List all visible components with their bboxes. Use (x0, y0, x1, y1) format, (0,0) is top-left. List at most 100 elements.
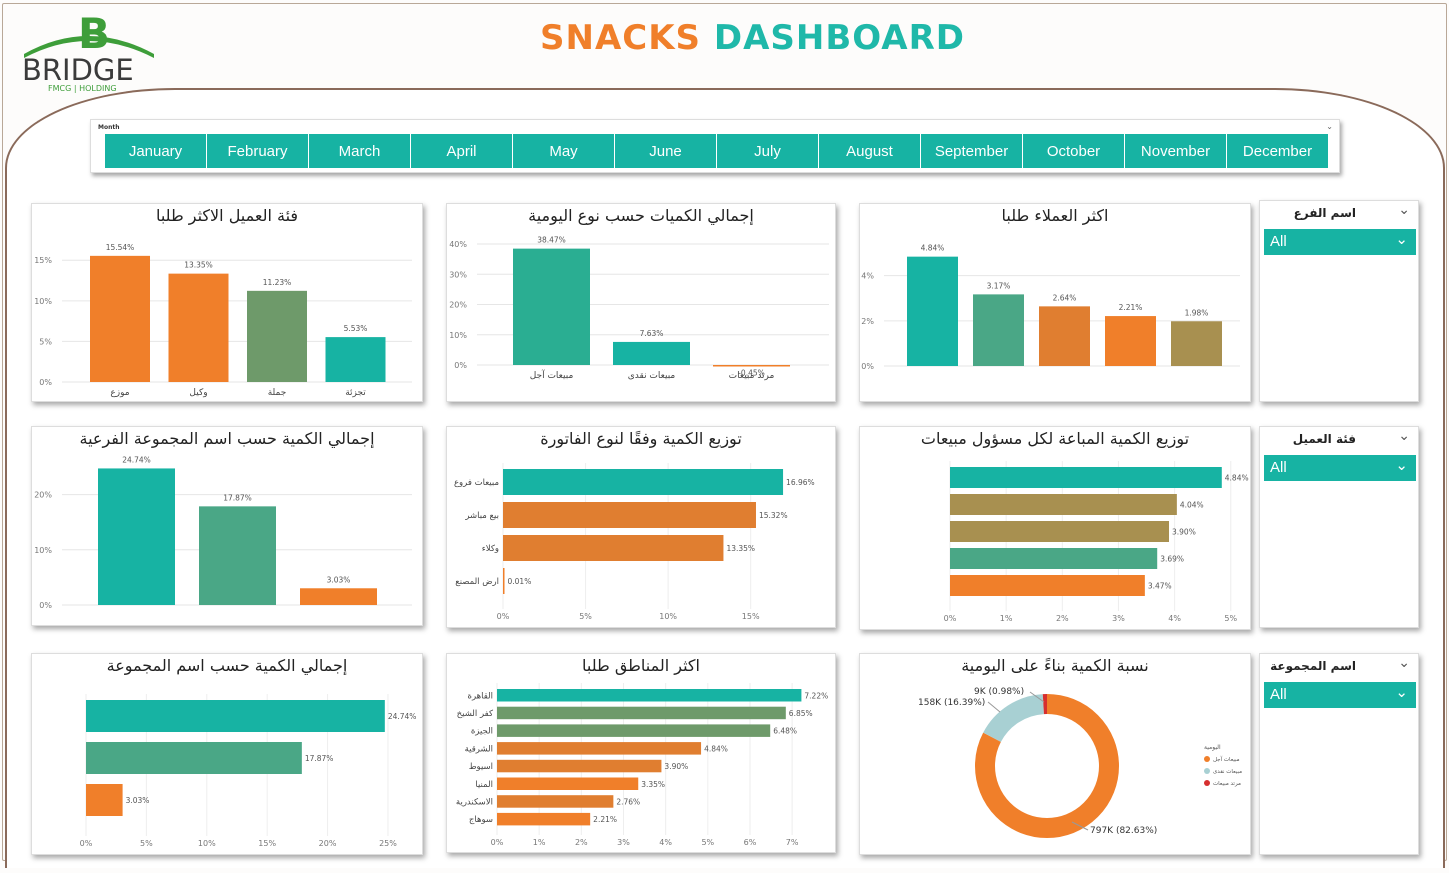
chevron-down-icon: ⌄ (1395, 457, 1408, 474)
month-button-november[interactable]: November (1125, 134, 1226, 168)
legend-title: اليومية (1204, 744, 1221, 751)
chart-svg: 0% 10% 20% 24.74% 17.87% 3.03% (34, 455, 412, 610)
x-tick-label: 15% (258, 839, 276, 848)
page-title: SNACKS DASHBOARD (540, 18, 965, 58)
chart-qty-by-group: إجمالي الكمية حسب اسم المجموعة 0% 5% 10% 15… (31, 653, 423, 855)
chart-svg: 0% 1% 2% 3% 4% 5% 6% 7% 7.22% القاهرة 6.85% كفر الش… (456, 683, 828, 847)
customer-category-dropdown[interactable]: All ⌄ (1264, 455, 1416, 481)
data-label: 1.98% (1185, 308, 1209, 317)
bar (950, 494, 1177, 515)
data-label: 4.84% (1225, 474, 1249, 483)
x-tick-label: 5% (579, 612, 592, 621)
chart-qty-share-by-journal: نسبة الكمية بناءً على اليومية 797K (82.6… (859, 653, 1251, 855)
legend-label: مرتد مبيعات (1213, 781, 1241, 787)
y-tick-label: الاسكندرية (456, 797, 493, 807)
data-label: 7.63% (640, 329, 664, 338)
data-label: 5.53% (344, 324, 368, 333)
month-button-september[interactable]: September (921, 134, 1022, 168)
data-label: 13.35% (184, 261, 213, 270)
chevron-down-icon: ⌄ (1395, 684, 1408, 701)
month-button-january[interactable]: January (105, 134, 206, 168)
data-label: 3.69% (1160, 555, 1184, 564)
month-button-december[interactable]: December (1227, 134, 1328, 168)
chevron-down-icon[interactable]: ⌄ (1398, 202, 1410, 218)
month-button-march[interactable]: March (309, 134, 410, 168)
data-label: 2.21% (1119, 303, 1143, 312)
data-label: 3.35% (641, 780, 665, 789)
chevron-down-icon[interactable]: ⌄ (1398, 655, 1410, 671)
chart-svg: 0% 1% 2% 3% 4% 5% 4.84% 4.04% 3.90% 3.69% 3.47% (944, 461, 1249, 623)
y-tick-label: 4% (861, 272, 874, 281)
chart-qty-by-invoice-type: توزيع الكمية وفقًا لنوع الفاتورة 0% 5% 10%… (446, 426, 836, 628)
leader-line (987, 701, 1001, 713)
x-tick-label: 0% (497, 612, 510, 621)
legend-label: مبيعات نقدى (1213, 769, 1242, 775)
x-tick-label: 20% (319, 839, 337, 848)
y-tick-label: 10% (449, 331, 467, 340)
y-tick-label: الجيزة (471, 727, 493, 737)
month-button-february[interactable]: February (207, 134, 308, 168)
chevron-down-icon[interactable]: ⌄ (1398, 428, 1410, 444)
month-button-july[interactable]: July (717, 134, 818, 168)
x-tick-label: وكيل (189, 388, 207, 398)
data-label: 17.87% (305, 754, 334, 763)
legend-marker (1204, 768, 1210, 774)
bar (503, 469, 784, 495)
bridge-logo: B BRIDGE FMCG | HOLDING (22, 9, 154, 93)
chart-qty-by-journal-type: إجمالي الكميات حسب نوع اليومية 0% 10% 20% 3… (446, 203, 836, 402)
y-tick-label: 0% (39, 378, 52, 387)
customer-category-filter: فئة العميل ⌄ All ⌄ (1259, 426, 1419, 628)
month-button-may[interactable]: May (513, 134, 614, 168)
data-label: 7.22% (804, 691, 828, 700)
x-tick-label: 0% (944, 614, 957, 623)
chart-top-regions: اكثر المناطق طلبا 0% 1% 2% 3% 4% 5% 6% 7% 7.22% ا… (446, 653, 836, 853)
data-label: 16.96% (786, 478, 815, 487)
chart-svg: 797K (82.63%) 158K (16.39%)9K (0.98%) اليو… (918, 687, 1242, 838)
bar (497, 795, 614, 808)
y-tick-label: 20% (34, 491, 52, 500)
bar (503, 568, 505, 594)
month-button-august[interactable]: August (819, 134, 920, 168)
x-tick-label: 5% (1224, 614, 1237, 623)
data-label: 2.21% (593, 815, 617, 824)
bar (497, 742, 702, 755)
month-button-april[interactable]: April (411, 134, 512, 168)
x-tick-label: 6% (744, 838, 757, 847)
bar (503, 535, 724, 561)
group-dropdown[interactable]: All ⌄ (1264, 682, 1416, 708)
bar (300, 588, 377, 605)
y-tick-label: المنيا (475, 780, 493, 790)
month-list: January February March April May June July Augu… (105, 134, 1329, 168)
data-label: 4.84% (921, 244, 945, 253)
bar (1039, 306, 1090, 366)
y-tick-label: 10% (34, 297, 52, 306)
data-label: 13.35% (726, 544, 755, 553)
y-tick-label: 5% (39, 337, 52, 346)
y-tick-label: 2% (861, 317, 874, 326)
data-label: 4.04% (1180, 501, 1204, 510)
chevron-down-icon[interactable]: ⌄ (1326, 122, 1333, 131)
bar (86, 700, 385, 732)
svg-text:B: B (78, 9, 110, 58)
bar (98, 468, 175, 605)
data-label: 0.01% (508, 577, 532, 586)
branch-dropdown[interactable]: All ⌄ (1264, 229, 1416, 255)
bar (503, 502, 756, 528)
chart-svg: 0% 5% 10% 15% 16.96% مبيعات فروع 15.32% بيع مبا… (454, 463, 815, 621)
legend-label: مبيعات آجل (1213, 756, 1240, 763)
chart-svg: 0% 5% 10% 15% 20% 25% 24.74% 17.87% 3.03% (80, 694, 416, 848)
title-part2: DASHBOARD (713, 18, 965, 58)
slice-label: 158K (16.39%) (918, 698, 985, 708)
month-button-june[interactable]: June (615, 134, 716, 168)
group-filter: اسم المجموعة ⌄ All ⌄ (1259, 653, 1419, 855)
bar (950, 548, 1158, 569)
legend-marker (1204, 780, 1210, 786)
chart-qty-by-subgroup: إجمالي الكمية حسب اسم المجموعة الفرعية 0… (31, 426, 423, 626)
slice-label: 9K (0.98%) (974, 687, 1024, 697)
month-button-october[interactable]: October (1023, 134, 1124, 168)
bar (950, 575, 1145, 596)
bar (513, 248, 590, 365)
data-label: 3.47% (1148, 582, 1172, 591)
data-label: 11.23% (263, 278, 292, 287)
x-tick-label: مرتد مبيعات (729, 371, 775, 381)
